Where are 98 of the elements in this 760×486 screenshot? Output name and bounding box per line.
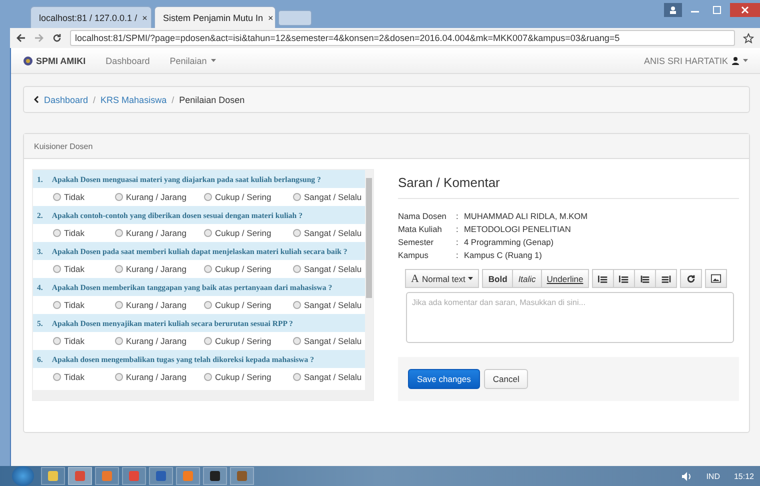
clock: 15:12 [734,472,754,480]
section-title: Saran / Komentar [398,169,739,199]
detail-value: MUHAMMAD ALI RIDLA, M.KOM [464,211,589,221]
breadcrumb-separator: / [93,94,96,104]
user-menu[interactable]: ANIS SRI HARTATIK [644,56,728,66]
bullet-list-icon [598,274,608,284]
logo-icon [23,56,33,66]
detail-label: Mata Kuliah [398,224,443,234]
app-icon [237,471,247,481]
font-style-dropdown[interactable]: A Normal text [405,269,480,288]
answer-option[interactable]: Cukup / Sering [204,192,293,202]
toolbar-button[interactable] [634,269,656,288]
comment-field[interactable]: Jika ada komentar dan saran, Masukkan di sini... [406,292,734,343]
forward-icon[interactable] [34,33,44,43]
toolbar-button[interactable] [592,269,614,288]
app-icon [156,471,166,481]
answer-option[interactable]: Cukup / Sering [204,336,293,346]
close-button[interactable] [730,3,760,17]
address-field[interactable]: localhost:81/SPMI/?page=pdosen&act=isi&tahun=12&semester=4&konsen=2&dosen=2016.04.004&mk=MKK007&kampus=03&ruang=5 [70,30,735,46]
answer-option[interactable]: Kurang / Jarang [115,264,204,274]
detail-separator: : [456,224,460,234]
answer-option[interactable]: Cukup / Sering [204,300,293,310]
breadcrumb-link[interactable]: Dashboard [44,94,88,104]
indent-icon [661,274,672,284]
format-button[interactable]: Italic [512,269,542,288]
breadcrumb-current: Penilaian Dosen [179,94,245,104]
detail-value: METODOLOGI PENELITIAN [464,224,572,234]
caret-icon [468,277,474,280]
answer-option[interactable]: Sangat / Selalu [293,372,365,382]
save-button[interactable]: Save changes [408,369,480,389]
answer-option[interactable]: Cukup / Sering [204,264,293,274]
app-icon [48,471,58,481]
start-button[interactable] [12,466,34,486]
browser-tab[interactable]: Sistem Penjamin Mutu In × [154,6,276,28]
browser-tab[interactable]: localhost:81 / 127.0.0.1 / × [30,6,152,28]
caret-icon [210,59,216,62]
answer-option[interactable]: Tidak [53,300,115,310]
detail-label: Nama Dosen [398,211,448,221]
star-icon[interactable] [743,32,754,44]
taskbar-app[interactable] [203,467,227,485]
numbered-list-icon [619,274,630,284]
nav-link[interactable]: Dashboard [106,56,150,66]
new-tab-button[interactable] [278,10,312,26]
answer-option[interactable]: Sangat / Selalu [293,264,365,274]
chevron-left-icon [34,96,39,103]
detail-label: Kampus [398,250,430,260]
back-icon[interactable] [16,33,26,43]
image-icon [711,274,722,283]
refresh-icon [686,274,696,284]
caret-icon [743,59,748,62]
format-button[interactable]: Bold [482,269,514,288]
app-icon [75,471,85,481]
detail-separator: : [456,211,460,221]
panel-title: Kuisioner Dosen [24,134,749,159]
close-icon [741,6,749,14]
answer-option[interactable]: Tidak [53,336,115,346]
toolbar-button[interactable] [680,269,702,288]
answer-option[interactable]: Kurang / Jarang [115,192,204,202]
app-icon [129,471,139,481]
answer-option[interactable]: Tidak [53,228,115,238]
answer-option[interactable]: Sangat / Selalu [293,300,365,310]
answer-option[interactable]: Cukup / Sering [204,372,293,382]
user-icon [732,56,739,64]
user-icon [669,6,677,14]
detail-label: Semester [398,237,435,247]
breadcrumb-separator: / [172,94,174,104]
answer-option[interactable]: Sangat / Selalu [293,192,365,202]
vertical-scrollbar[interactable] [365,170,373,390]
answer-option[interactable]: Sangat / Selalu [293,336,365,346]
format-button[interactable]: Underline [540,269,590,288]
answer-option[interactable]: Cukup / Sering [204,228,293,238]
detail-value: Kampus C (Ruang 1) [464,250,543,260]
answer-option[interactable]: Tidak [53,372,115,382]
brand-name[interactable]: SPMI AMIKI [36,56,86,66]
answer-option[interactable]: Tidak [53,264,115,274]
volume-icon [682,472,692,480]
toolbar-button[interactable] [655,269,678,288]
answer-option[interactable]: Kurang / Jarang [115,336,204,346]
language-indicator[interactable]: IND [706,472,720,480]
answer-option[interactable]: Kurang / Jarang [115,372,204,382]
detail-separator: : [456,237,460,247]
answer-option[interactable]: Kurang / Jarang [115,228,204,238]
app-icon [183,471,193,481]
app-icon [210,471,220,481]
reload-icon[interactable] [52,33,62,43]
answer-option[interactable]: Kurang / Jarang [115,300,204,310]
nav-dropdown[interactable]: Penilaian [170,56,216,66]
toolbar-button[interactable] [613,269,636,288]
detail-value: 4 Programming (Genap) [464,237,554,247]
answer-option[interactable]: Sangat / Selalu [293,228,365,238]
breadcrumb-link[interactable]: KRS Mahasiswa [100,94,167,104]
detail-separator: : [456,250,460,260]
outdent-icon [640,274,650,284]
cancel-button[interactable]: Cancel [484,369,528,389]
toolbar-button[interactable] [705,269,728,288]
answer-option[interactable]: Tidak [53,192,115,202]
app-icon [102,471,112,481]
maximize-icon[interactable] [713,6,721,14]
